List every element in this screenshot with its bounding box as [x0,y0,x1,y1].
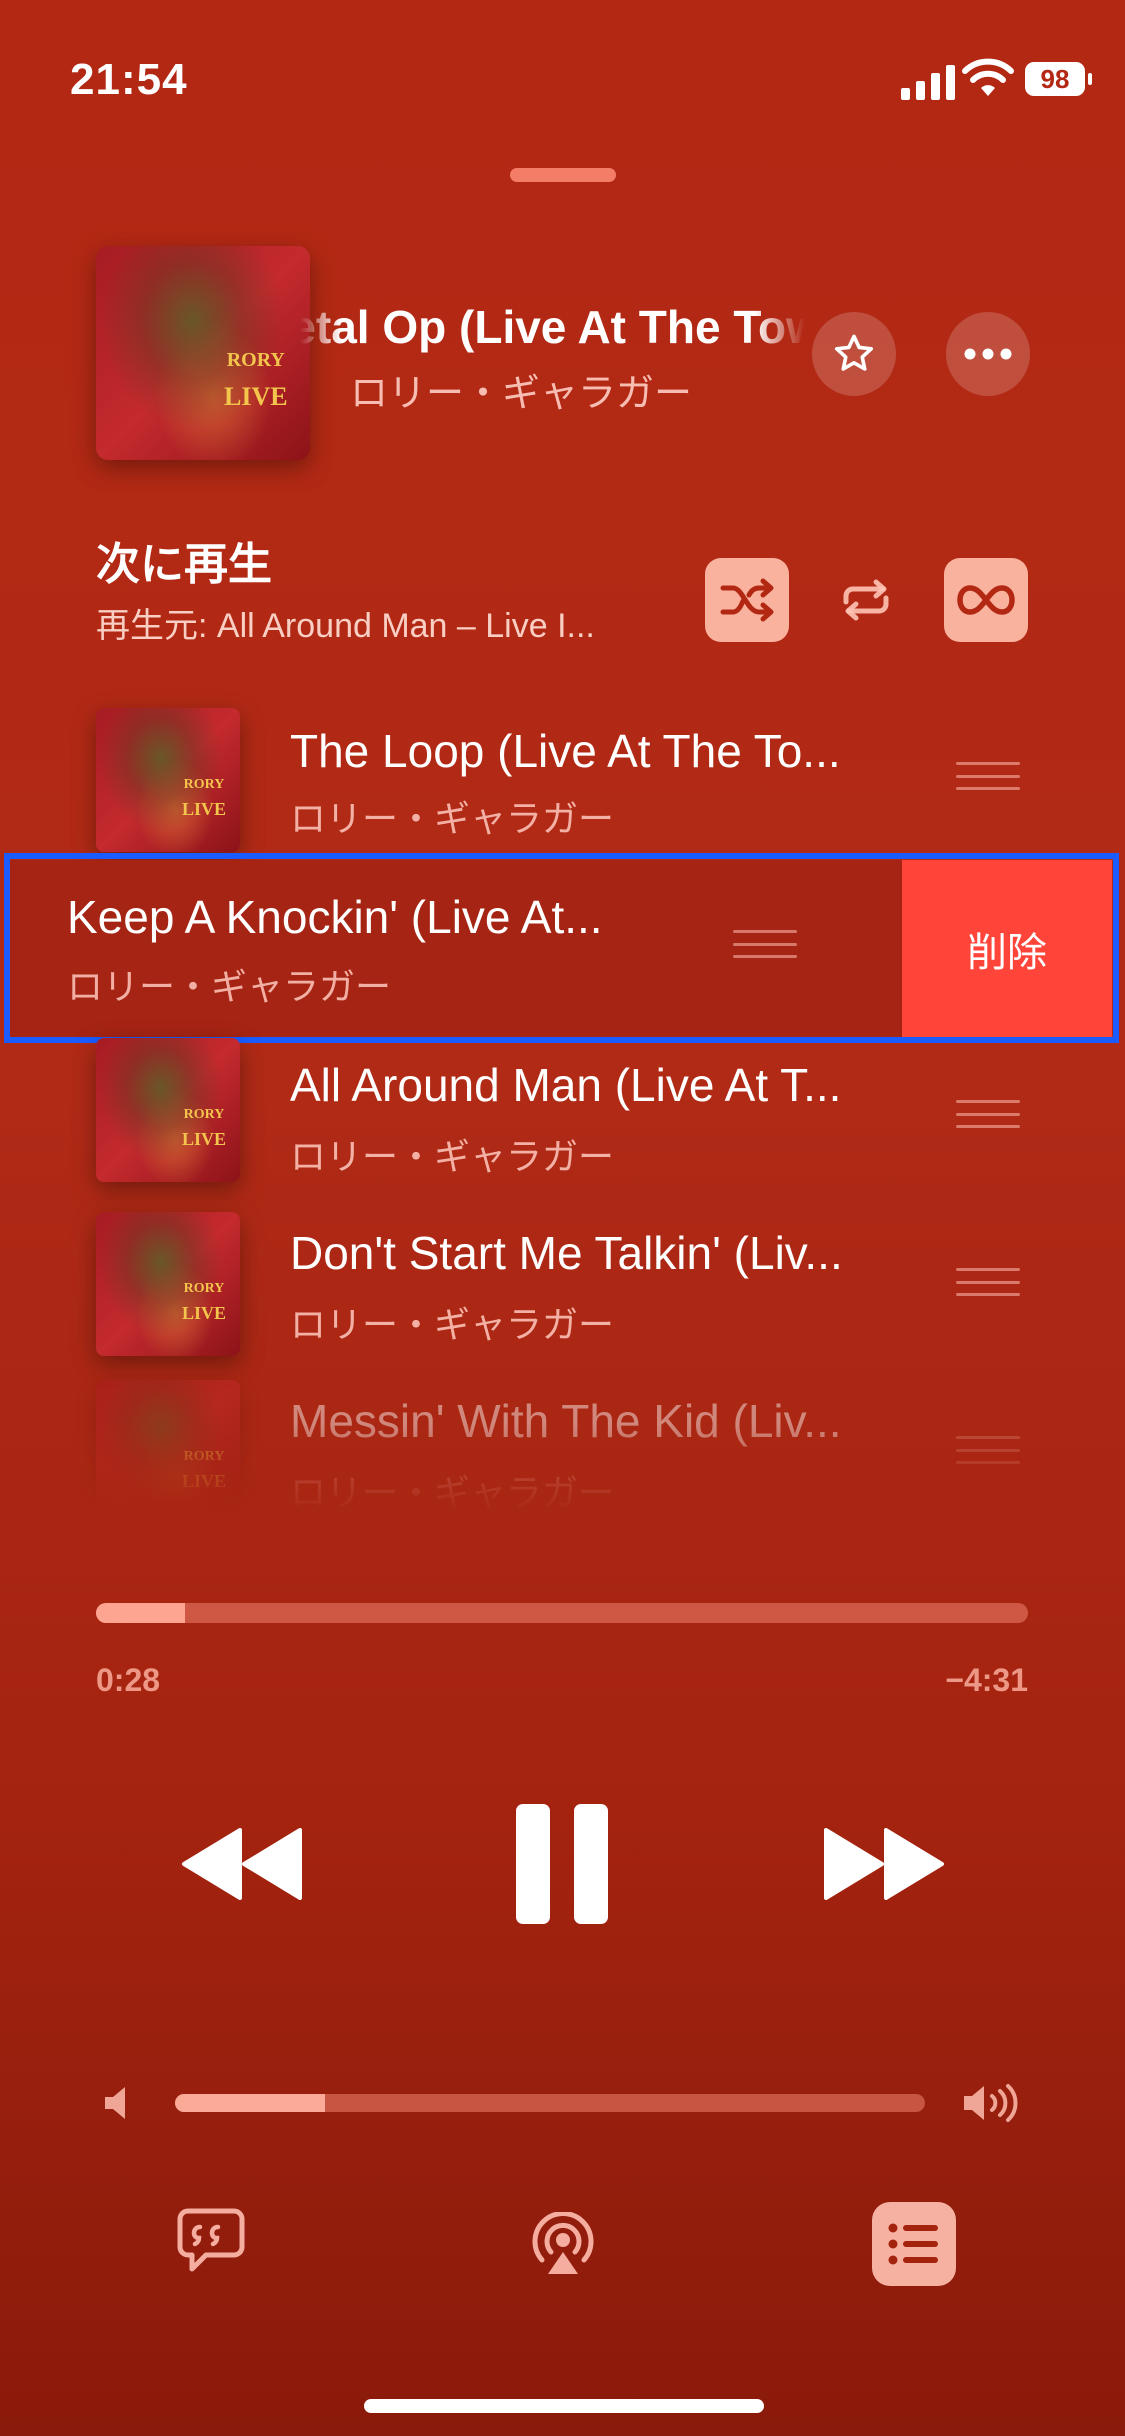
track-title: Keep A Knockin' (Live At... [67,891,603,943]
track-artist: ロリー・ギャラガー [290,1136,615,1177]
track-artwork: RORY LIVE [96,1380,240,1524]
shuffle-icon [720,578,774,622]
track-title: All Around Man (Live At T... [290,1059,842,1111]
battery-indicator: 98 [1025,62,1092,96]
sheet-grabber[interactable] [510,168,616,182]
pause-icon [516,1804,550,1924]
track-artist: ロリー・ギャラガー [67,966,392,1007]
playback-progress-fill [96,1603,185,1623]
queue-row[interactable]: RORY LIVE All Around Man (Live At T... ロリ… [0,1038,1125,1206]
queue-row[interactable]: RORY LIVE Messin' With The Kid (Liv... ロリ… [0,1374,1125,1524]
infinity-icon [957,585,1015,615]
elapsed-time: 0:28 [96,1662,161,1698]
ellipsis-icon [964,348,1012,360]
queue-row[interactable]: RORY LIVE The Loop (Live At The To... ロリー… [0,700,1125,860]
playback-progress-slider[interactable] [96,1603,1028,1623]
reorder-handle-icon[interactable] [956,1100,1020,1128]
queue-list-button[interactable] [872,2202,956,2286]
volume-fill [175,2094,325,2112]
airplay-icon[interactable] [530,2212,596,2276]
volume-low-icon [105,2087,125,2119]
track-artist: ロリー・ギャラガー [290,798,615,839]
track-title: Don't Start Me Talkin' (Liv... [290,1227,843,1279]
rewind-button[interactable] [180,1828,306,1900]
autoplay-button[interactable] [944,558,1028,642]
queue-row[interactable]: RORY LIVE Don't Start Me Talkin' (Liv... … [0,1206,1125,1374]
track-artist: ロリー・ギャラガー [290,1304,615,1345]
track-title: The Loop (Live At The To... [290,725,841,777]
reorder-handle-icon[interactable] [733,930,797,958]
queue-row-swiped[interactable]: Keep A Knockin' (Live At... ロリー・ギャラガー 削除 [10,860,1112,1038]
track-artwork: RORY LIVE [96,708,240,852]
reorder-handle-icon[interactable] [956,1436,1020,1464]
star-icon [834,334,874,371]
list-icon [888,2223,938,2265]
now-playing-artwork[interactable]: RORY LIVE [96,246,310,460]
status-time: 21:54 [70,55,188,104]
track-artist: ロリー・ギャラガー [290,1472,615,1513]
home-indicator[interactable] [364,2399,764,2413]
reorder-handle-icon[interactable] [956,762,1020,790]
track-artwork: RORY LIVE [96,1038,240,1182]
now-playing-title[interactable]: Metal Op (Live At The Town Hall) [300,300,805,354]
track-title: Messin' With The Kid (Liv... [290,1395,842,1447]
shuffle-button[interactable] [705,558,789,642]
repeat-button[interactable] [824,558,908,642]
volume-slider[interactable] [175,2094,925,2112]
lyrics-icon[interactable] [176,2207,246,2273]
reorder-handle-icon[interactable] [956,1268,1020,1296]
now-playing-artist[interactable]: ロリー・ギャラガー [350,362,692,417]
repeat-icon [843,579,889,621]
cellular-signal-icon [901,62,955,100]
favorite-button[interactable] [812,312,896,396]
track-artwork: RORY LIVE [96,1212,240,1356]
fast-forward-button[interactable] [820,1828,946,1900]
remaining-time: −4:31 [945,1662,1028,1698]
artwork-text: RORY LIVE [224,349,288,411]
delete-button[interactable]: 削除 [902,860,1112,1038]
up-next-heading: 次に再生 [96,540,272,589]
playing-from-source[interactable]: 再生元: All Around Man – Live I... [96,598,595,647]
more-options-button[interactable] [946,312,1030,396]
pause-button[interactable] [516,1804,608,1924]
volume-high-icon [964,2084,1018,2122]
wifi-icon [962,58,1014,96]
